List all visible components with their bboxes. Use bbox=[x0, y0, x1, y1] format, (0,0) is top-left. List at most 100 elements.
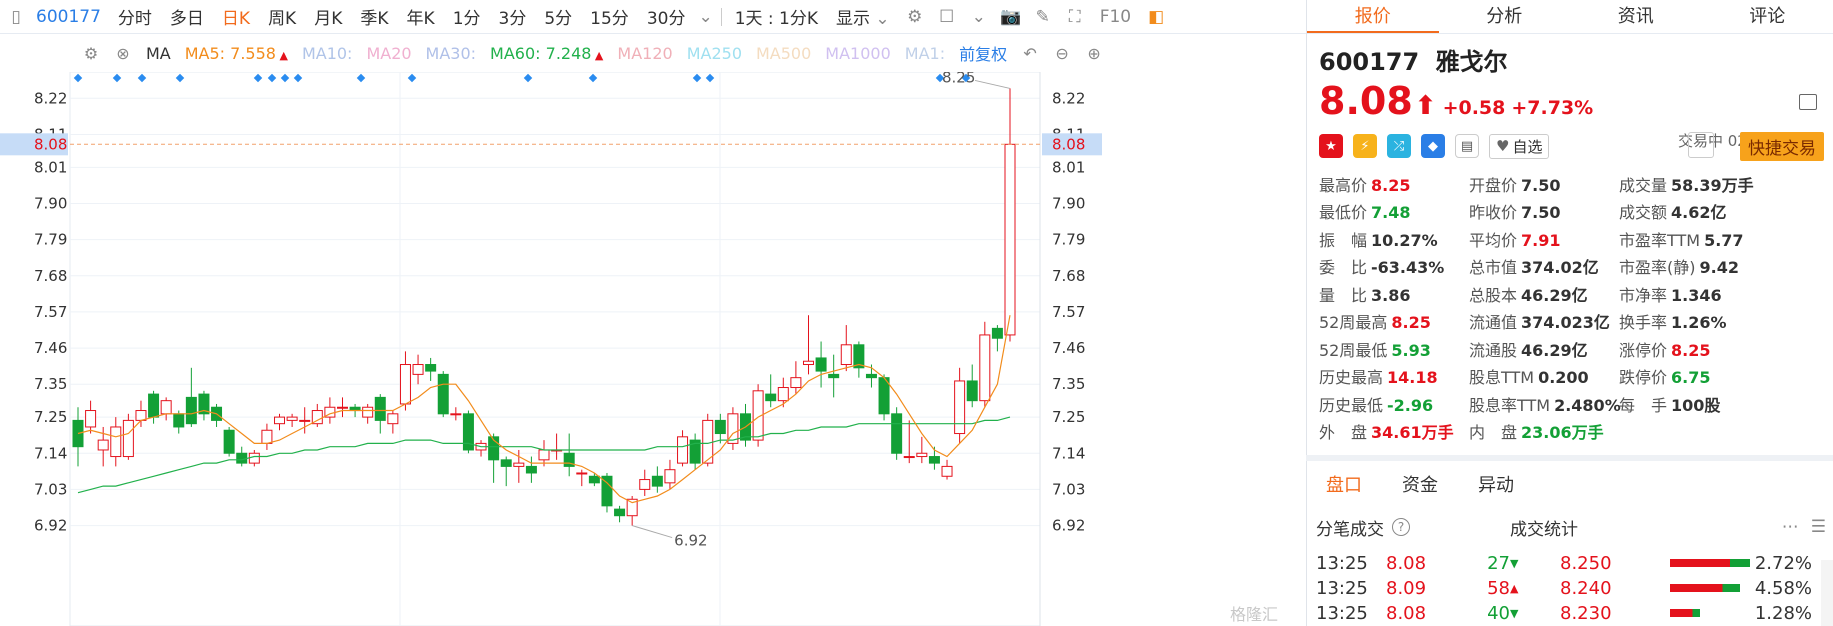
event-marker[interactable] bbox=[705, 73, 715, 83]
period-tab[interactable]: 15分 bbox=[581, 4, 638, 29]
panel-tab[interactable]: 评论 bbox=[1702, 0, 1833, 33]
more-icon[interactable]: ⋯ bbox=[1782, 517, 1799, 537]
candle-body[interactable] bbox=[1004, 143, 1016, 336]
candle-body[interactable] bbox=[399, 364, 411, 405]
candle-body[interactable] bbox=[261, 429, 273, 444]
ma-indicator[interactable]: MA250 bbox=[680, 44, 749, 63]
candle-body[interactable] bbox=[336, 406, 348, 409]
candle-body[interactable] bbox=[236, 452, 248, 464]
candle-body[interactable] bbox=[97, 439, 109, 451]
panel-toggle-icon[interactable]: ◧ bbox=[1143, 4, 1169, 30]
period-tab[interactable]: 周K bbox=[259, 4, 305, 29]
ma-indicator[interactable]: MA5: 7.558 ▲ bbox=[178, 44, 295, 63]
candle-body[interactable] bbox=[941, 465, 953, 477]
candle-body[interactable] bbox=[72, 419, 84, 448]
period-tab[interactable]: 3分 bbox=[490, 4, 536, 29]
quick-trade-button[interactable]: 快捷交易 bbox=[1740, 132, 1824, 161]
candle-body[interactable] bbox=[173, 413, 185, 428]
lightning-icon[interactable]: ⚡ bbox=[1353, 134, 1377, 158]
ma-selector[interactable]: MA bbox=[139, 44, 178, 63]
candle-body[interactable] bbox=[979, 334, 991, 402]
fullscreen-icon[interactable]: ⛶ bbox=[1062, 4, 1088, 30]
candle-body[interactable] bbox=[928, 456, 940, 464]
candle-body[interactable] bbox=[274, 416, 286, 425]
candle-body[interactable] bbox=[714, 419, 726, 435]
candle-body[interactable] bbox=[802, 360, 814, 366]
lower-tab[interactable]: 资金 bbox=[1382, 471, 1458, 497]
ma-indicator[interactable]: MA1: bbox=[898, 44, 952, 63]
candle-body[interactable] bbox=[450, 413, 462, 416]
lower-tab[interactable]: 盘口 bbox=[1306, 471, 1382, 497]
chevron-down-icon[interactable]: ⌄ bbox=[694, 7, 716, 27]
event-marker[interactable] bbox=[137, 73, 147, 83]
zoom-in-icon[interactable]: ⊕ bbox=[1081, 40, 1107, 66]
candle-body[interactable] bbox=[765, 393, 777, 402]
candle-body[interactable] bbox=[362, 406, 374, 418]
event-marker[interactable] bbox=[280, 73, 290, 83]
candle-body[interactable] bbox=[891, 413, 903, 454]
candle-body[interactable] bbox=[299, 419, 311, 422]
candle-body[interactable] bbox=[588, 475, 600, 484]
event-marker[interactable] bbox=[523, 73, 533, 83]
kline-svg[interactable]: 8.228.228.118.118.018.017.907.907.797.79… bbox=[0, 72, 1306, 626]
candle-body[interactable] bbox=[991, 327, 1003, 339]
candle-body[interactable] bbox=[576, 472, 588, 475]
candle-body[interactable] bbox=[374, 396, 386, 421]
period-tab[interactable]: 分时 bbox=[109, 4, 161, 29]
candle-body[interactable] bbox=[815, 357, 827, 372]
candle-body[interactable] bbox=[160, 400, 172, 415]
candle-body[interactable] bbox=[248, 452, 260, 464]
candle-body[interactable] bbox=[148, 393, 160, 418]
event-marker[interactable] bbox=[407, 73, 417, 83]
range-dropdown[interactable]: 1天 : 1分K bbox=[726, 4, 827, 29]
settings-gear-icon[interactable]: ⚙ bbox=[902, 4, 928, 30]
ma-indicator[interactable]: MA500 bbox=[749, 44, 818, 63]
help-icon[interactable]: ? bbox=[1392, 518, 1410, 536]
candle-body[interactable] bbox=[185, 396, 197, 425]
f10-button[interactable]: F10 bbox=[1091, 7, 1140, 27]
candle-body[interactable] bbox=[954, 380, 966, 435]
note-icon[interactable]: ▤ bbox=[1455, 134, 1479, 158]
event-marker[interactable] bbox=[356, 73, 366, 83]
event-marker[interactable] bbox=[267, 73, 277, 83]
period-tab[interactable]: 年K bbox=[398, 4, 444, 29]
scrollbar[interactable] bbox=[1821, 560, 1833, 626]
ma-indicator[interactable]: MA120 bbox=[610, 44, 679, 63]
period-tab[interactable]: 1分 bbox=[444, 4, 490, 29]
event-marker[interactable] bbox=[293, 73, 303, 83]
candle-body[interactable] bbox=[677, 436, 689, 464]
candle-body[interactable] bbox=[664, 469, 676, 484]
tag-icon[interactable]: ◆ bbox=[1421, 134, 1445, 158]
candle-body[interactable] bbox=[286, 416, 298, 421]
chevron-down-icon[interactable]: ⌄ bbox=[966, 4, 992, 30]
candle-body[interactable] bbox=[966, 380, 978, 402]
candle-body[interactable] bbox=[865, 373, 877, 379]
candle-body[interactable] bbox=[639, 479, 651, 490]
panel-tab[interactable]: 资讯 bbox=[1570, 0, 1702, 33]
candle-body[interactable] bbox=[538, 449, 550, 461]
candle-body[interactable] bbox=[790, 377, 802, 389]
menu-icon[interactable]: ☰ bbox=[1811, 517, 1826, 537]
camera-icon[interactable]: 📷 bbox=[998, 4, 1024, 30]
period-tab[interactable]: 30分 bbox=[638, 4, 695, 29]
candle-body[interactable] bbox=[525, 465, 537, 474]
candle-body[interactable] bbox=[85, 410, 97, 428]
ma-indicator[interactable]: MA10: bbox=[295, 44, 360, 63]
close-icon[interactable]: ⊗ bbox=[110, 40, 136, 66]
display-dropdown[interactable]: 显示 ⌄ bbox=[827, 4, 899, 29]
candle-body[interactable] bbox=[916, 452, 928, 458]
candle-body[interactable] bbox=[425, 364, 437, 372]
candle-body[interactable] bbox=[777, 387, 789, 402]
candle-body[interactable] bbox=[828, 373, 840, 379]
period-tab[interactable]: 月K bbox=[305, 4, 351, 29]
lower-tab[interactable]: 异动 bbox=[1458, 471, 1534, 497]
event-marker[interactable] bbox=[588, 73, 598, 83]
event-marker[interactable] bbox=[692, 73, 702, 83]
candle-body[interactable] bbox=[903, 456, 915, 459]
panel-tab[interactable]: 报价 bbox=[1307, 0, 1439, 33]
candle-body[interactable] bbox=[614, 508, 626, 517]
candle-body[interactable] bbox=[387, 413, 399, 425]
kline-chart[interactable]: 8.228.228.118.118.018.017.907.907.797.79… bbox=[0, 72, 1306, 626]
event-marker[interactable] bbox=[175, 73, 185, 83]
candle-body[interactable] bbox=[500, 459, 512, 467]
